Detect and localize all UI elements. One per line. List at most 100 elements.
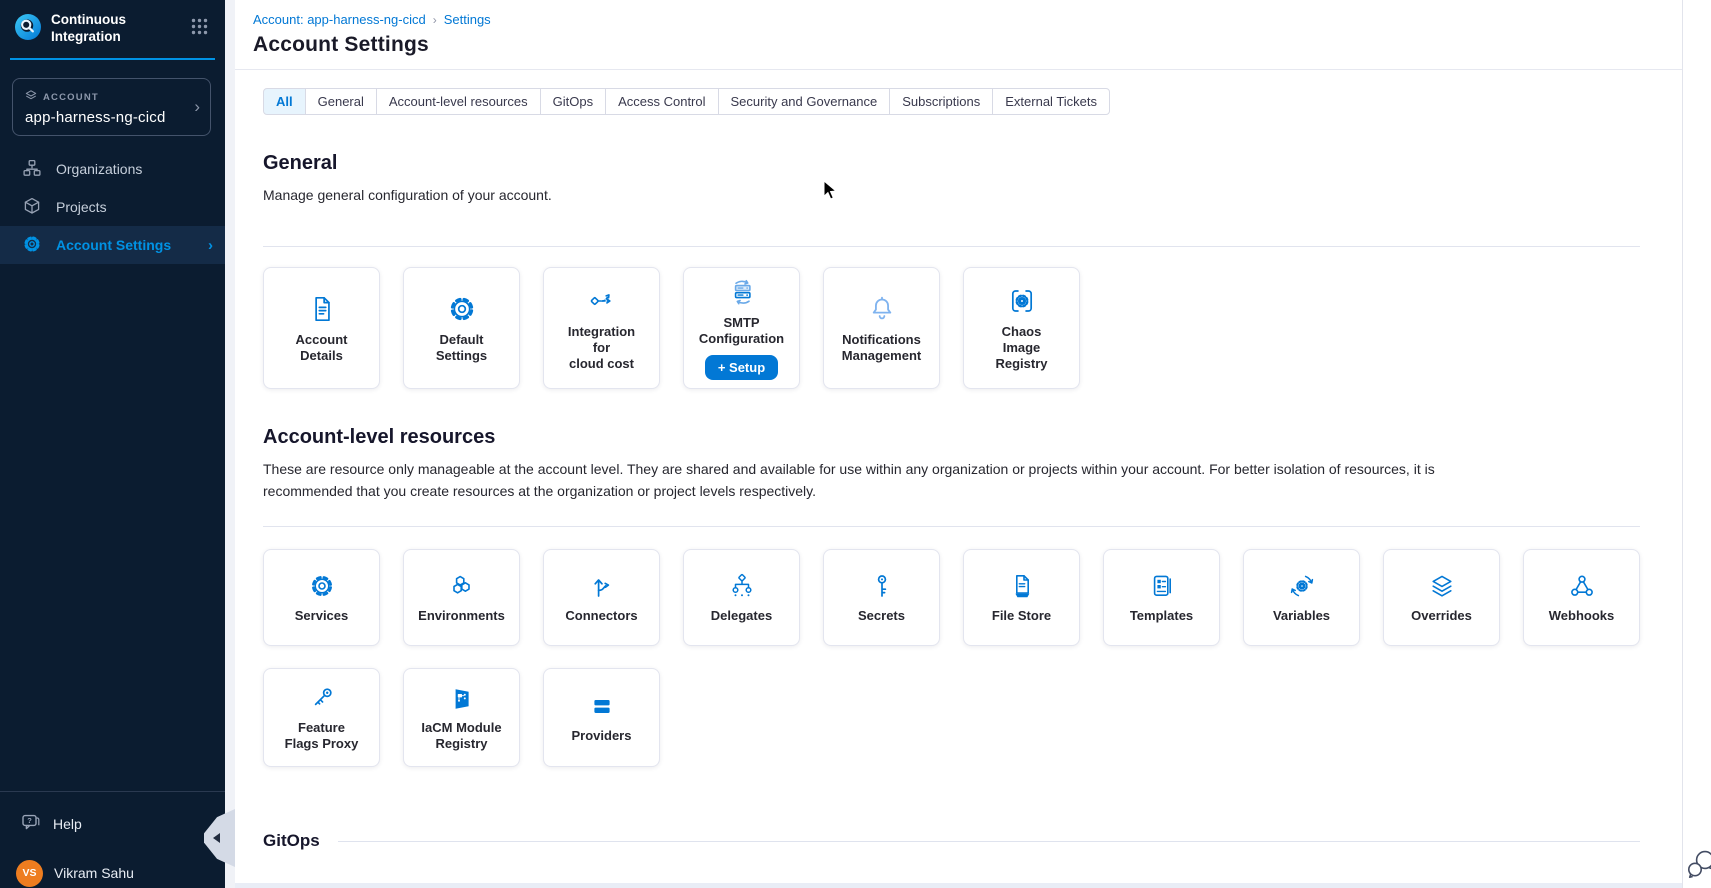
card-label-file-store: File Store [992,608,1051,624]
integration-split-icon [586,285,618,317]
card-services[interactable]: Services [263,549,380,646]
help-chat-icon: ? [20,812,41,836]
card-default-settings[interactable]: Default Settings [403,267,520,389]
card-label-services: Services [295,608,349,624]
card-secrets[interactable]: Secrets [823,549,940,646]
tab-external-tickets[interactable]: External Tickets [992,88,1110,115]
avatar: VS [16,860,43,887]
gitops-section-header: GitOps [263,831,1640,851]
diagonal-key-icon [307,683,337,713]
card-integration-for-cloud-cost[interactable]: Integration for cloud cost [543,267,660,389]
account-label: ACCOUNT [43,92,99,103]
chaos-registry-icon [1006,285,1038,317]
hexagons-icon [447,571,477,601]
card-label-default-settings: Default Settings [436,332,487,364]
sidebar-bottom: ? Help VS Vikram Sahu [0,791,225,888]
grid-icon[interactable] [190,17,209,41]
providers-bars-icon [587,691,617,721]
card-file-store[interactable]: File Store [963,549,1080,646]
sidebar-nav: Organizations Projects Account Settings › [0,150,225,264]
file-store-icon [1007,571,1037,601]
user-name: Vikram Sahu [54,865,134,881]
bell-icon [866,293,898,325]
gitops-divider [338,841,1640,842]
user-row[interactable]: VS Vikram Sahu [0,854,225,888]
card-label-smtp-configuration: SMTP Configuration [699,315,784,347]
cube-icon [22,196,42,219]
layers-icon [1427,571,1457,601]
card-templates[interactable]: Templates [1103,549,1220,646]
document-icon [306,293,338,325]
content: AllGeneralAccount-level resourcesGitOpsA… [235,70,1682,851]
sidebar: Continuous Integration ACCOU [0,0,225,888]
account-selector[interactable]: ACCOUNT app-harness-ng-cicd › [12,78,211,136]
general-section-description: Manage general configuration of your acc… [263,184,1513,206]
services-gear-icon [307,571,337,601]
card-chaos-image-registry[interactable]: Chaos Image Registry [963,267,1080,389]
sidebar-item-projects[interactable]: Projects [0,188,225,226]
card-label-account-details: Account Details [296,332,348,364]
breadcrumb-separator-icon: › [433,13,437,27]
card-feature-flags-proxy[interactable]: Feature Flags Proxy [263,668,380,767]
harness-ci-logo-icon[interactable] [14,13,42,46]
tab-access-control[interactable]: Access Control [605,88,718,115]
card-delegates[interactable]: Delegates [683,549,800,646]
card-environments[interactable]: Environments [403,549,520,646]
card-label-iacm-module-registry: IaCM Module Registry [421,720,501,752]
card-label-providers: Providers [572,728,632,744]
sidebar-item-label: Account Settings [56,237,171,253]
card-label-integration-for-cloud-cost: Integration for cloud cost [568,324,635,372]
card-smtp-configuration[interactable]: SMTP Configuration + Setup [683,267,800,389]
card-label-webhooks: Webhooks [1549,608,1615,624]
templates-icon [1147,571,1177,601]
smtp-server-icon [726,276,758,308]
card-label-templates: Templates [1130,608,1193,624]
tab-general[interactable]: General [305,88,377,115]
breadcrumb: Account: app-harness-ng-cicd › Settings [253,12,1682,27]
chevron-right-icon: › [208,237,213,254]
general-section-title: General [263,152,1640,175]
brand-row: Continuous Integration [10,0,215,60]
tab-bar: AllGeneralAccount-level resourcesGitOpsA… [263,88,1110,115]
gear-icon [446,293,478,325]
page-header: Account: app-harness-ng-cicd › Settings … [235,0,1682,70]
account-level-divider [263,526,1640,527]
help-button[interactable]: ? Help [0,792,225,854]
card-account-details[interactable]: Account Details [263,267,380,389]
tab-security-and-governance[interactable]: Security and Governance [718,88,891,115]
org-tree-icon [727,571,757,601]
account-value: app-harness-ng-cicd [25,109,184,126]
tab-gitops[interactable]: GitOps [540,88,606,115]
breadcrumb-settings-link[interactable]: Settings [444,12,491,27]
gitops-section-title: GitOps [263,831,320,851]
tab-account-level-resources[interactable]: Account-level resources [376,88,541,115]
sidebar-item-account-settings[interactable]: Account Settings › [0,226,225,264]
card-label-environments: Environments [418,608,505,624]
app-root: Continuous Integration ACCOU [0,0,1711,888]
account-level-cards: Services Environments ConnectorsDelegatesS… [263,549,1640,767]
svg-text:?: ? [27,816,32,825]
card-label-notifications-management: Notifications Management [842,332,921,364]
card-connectors[interactable]: Connectors [543,549,660,646]
card-variables[interactable]: Variables [1243,549,1360,646]
card-notifications-management[interactable]: Notifications Management [823,267,940,389]
breadcrumb-account-link[interactable]: Account: app-harness-ng-cicd [253,12,426,27]
smtp-configuration-setup-button[interactable]: + Setup [705,355,778,380]
account-level-section-description: These are resource only manageable at th… [263,458,1513,502]
card-providers[interactable]: Providers [543,668,660,767]
card-webhooks[interactable]: Webhooks [1523,549,1640,646]
account-level-section-title: Account-level resources [263,426,1640,449]
bottom-band [235,883,1682,888]
card-iacm-module-registry[interactable]: IaCM Module Registry [403,668,520,767]
card-label-variables: Variables [1273,608,1330,624]
sidebar-item-organizations[interactable]: Organizations [0,150,225,188]
general-cards: Account Details Default Settings Integrati… [263,267,1640,389]
chat-support-icon[interactable] [1685,847,1711,886]
tab-subscriptions[interactable]: Subscriptions [889,88,993,115]
sidebar-item-label: Organizations [56,161,142,177]
brand-title: Continuous Integration [51,12,161,46]
card-label-overrides: Overrides [1411,608,1472,624]
tab-all[interactable]: All [263,88,306,115]
split-arrows-icon [587,571,617,601]
card-overrides[interactable]: Overrides [1383,549,1500,646]
